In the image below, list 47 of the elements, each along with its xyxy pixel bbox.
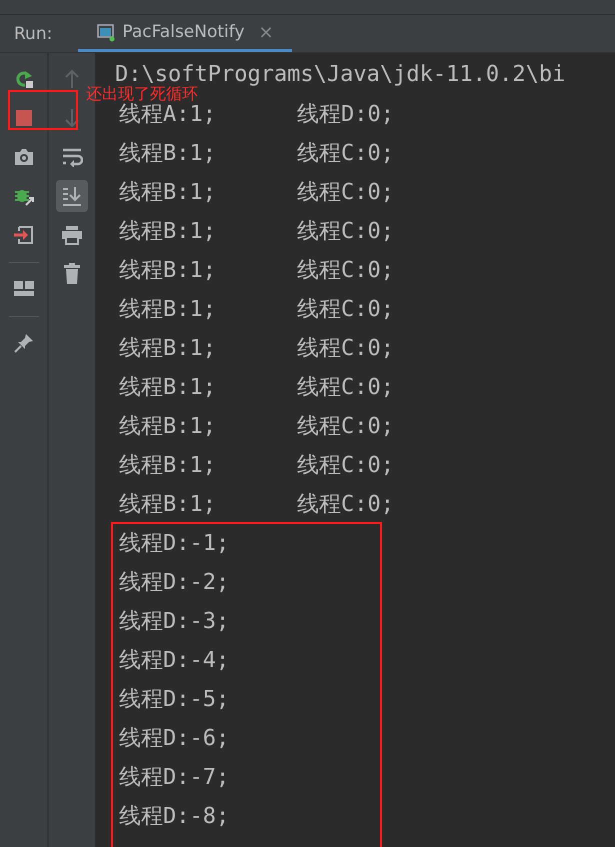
pin-icon[interactable]	[12, 332, 34, 354]
output-text: 线程B:1;	[118, 178, 217, 206]
annotation-box	[8, 90, 78, 130]
output-text: 线程B:1;	[118, 374, 217, 402]
output-text: 线程D:-7;	[118, 764, 230, 792]
scroll-to-end-icon[interactable]	[61, 185, 83, 207]
stop-icon[interactable]	[14, 109, 32, 127]
output-text: 线程A:1;	[118, 102, 217, 128]
output-text: 线程C:0;	[297, 256, 394, 284]
output-text: 线程D:-6;	[118, 724, 230, 752]
output-text: 线程B:1;	[118, 334, 217, 362]
output-text: 线程C:0;	[297, 296, 394, 324]
annotation-text: 还出现了死循环	[86, 84, 198, 103]
output-text: 线程C:0;	[297, 140, 394, 168]
output-text: 线程D:-1;	[118, 530, 230, 558]
output-text: 线程C:0;	[297, 178, 394, 206]
soft-wrap-icon[interactable]	[61, 147, 83, 167]
close-icon[interactable]: ×	[258, 22, 274, 42]
output-text: 线程B:1;	[118, 412, 217, 440]
output-text: 线程B:1;	[118, 140, 217, 168]
output-text: 线程D:-4;	[118, 646, 230, 674]
output-text: 线程C:0;	[297, 218, 394, 246]
output-text: 线程B:1;	[118, 452, 217, 480]
toggle-button[interactable]	[56, 180, 88, 212]
output-text: 线程C:0;	[297, 412, 394, 440]
command-line: D:\softPrograms\Java\jdk-11.0.2\bi	[115, 62, 566, 87]
output-text: 线程C:0;	[297, 374, 394, 402]
output-text: 线程C:0;	[297, 334, 394, 362]
layout-icon[interactable]	[14, 281, 34, 297]
output-text: 线程C:0;	[297, 452, 394, 480]
output-text: 线程D:0;	[297, 100, 394, 128]
camera-icon[interactable]	[12, 147, 34, 167]
trash-icon[interactable]	[63, 263, 81, 285]
printer-icon[interactable]	[61, 225, 83, 245]
output-text: 线程C:0;	[297, 490, 394, 518]
output-text: 线程D:-3;	[118, 608, 230, 636]
output-text: 线程B:1;	[118, 256, 217, 284]
output-text: 线程B:1;	[118, 218, 217, 246]
output-text: 线程B:1;	[118, 296, 217, 324]
output-text: 线程D:-2;	[118, 568, 230, 596]
exit-icon[interactable]	[12, 224, 34, 246]
output-text: 线程B:1;	[118, 490, 217, 518]
output-text: 线程D:-5;	[118, 686, 230, 714]
window-icon	[96, 22, 116, 42]
run-tab[interactable]: PacFalseNotify ×	[78, 15, 292, 52]
run-label: Run:	[14, 24, 52, 44]
output-text: 线程D:-8;	[118, 802, 230, 830]
